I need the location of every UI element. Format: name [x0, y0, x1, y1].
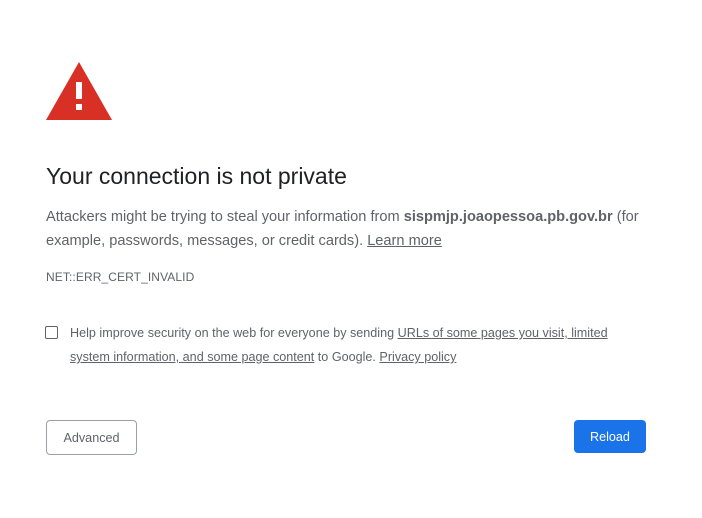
- hostname: sispmjp.joaopessoa.pb.gov.br: [403, 209, 613, 225]
- improve-security-label: Help improve security on the web for eve…: [70, 321, 650, 369]
- privacy-policy-link[interactable]: Privacy policy: [379, 350, 456, 364]
- optin-text-middle: to Google.: [314, 350, 380, 364]
- warning-triangle-icon: [46, 62, 112, 120]
- explanation-paragraph: Attackers might be trying to steal your …: [46, 205, 666, 253]
- improve-security-checkbox[interactable]: [45, 326, 58, 339]
- learn-more-link[interactable]: Learn more: [367, 233, 442, 249]
- advanced-button[interactable]: Advanced: [46, 420, 137, 455]
- page-title: Your connection is not private: [46, 163, 347, 189]
- reload-button[interactable]: Reload: [574, 420, 646, 453]
- explanation-text-start: Attackers might be trying to steal your …: [46, 209, 404, 225]
- error-code: NET::ERR_CERT_INVALID: [46, 270, 195, 284]
- interstitial-page: Your connection is not private Attackers…: [0, 0, 702, 518]
- optin-text-start: Help improve security on the web for eve…: [70, 326, 398, 340]
